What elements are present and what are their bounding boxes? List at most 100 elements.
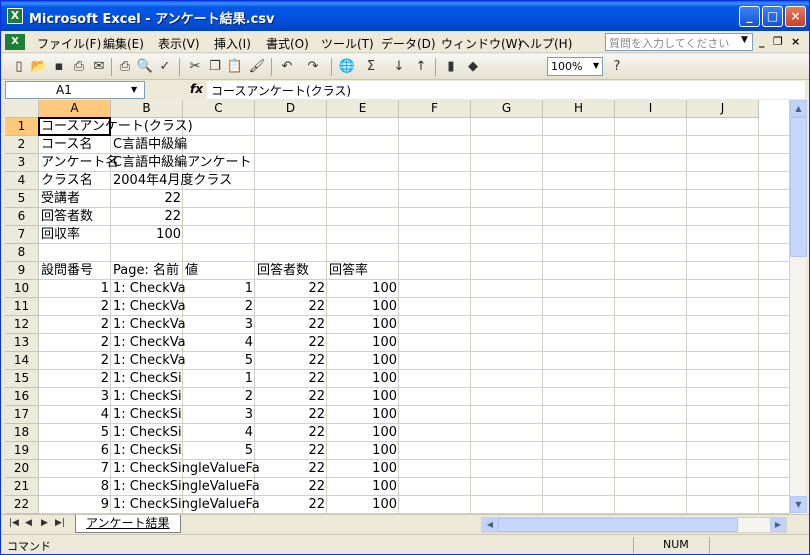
cell-a4[interactable]: クラス名 xyxy=(39,172,95,190)
cell-a19[interactable]: 6 xyxy=(39,442,111,460)
cell-a5[interactable]: 受講者 xyxy=(39,190,82,208)
redo-icon[interactable]: ↷ xyxy=(303,57,323,77)
row-header-17[interactable]: 17 xyxy=(5,406,39,424)
cell-e21[interactable]: 100 xyxy=(327,478,399,496)
row-header-9[interactable]: 9 xyxy=(5,262,39,280)
column-header-h[interactable]: H xyxy=(543,100,615,118)
cell-b4[interactable]: 2004年4月度クラス xyxy=(111,172,234,190)
cell-e11[interactable]: 100 xyxy=(327,298,399,316)
cell-e16[interactable]: 100 xyxy=(327,388,399,406)
cell-b16[interactable]: 1: CheckSi xyxy=(111,388,184,406)
minimize-button[interactable]: _ xyxy=(739,6,760,27)
cell-b17[interactable]: 1: CheckSi xyxy=(111,406,184,424)
new-icon[interactable]: ▯ xyxy=(9,57,29,77)
cell-a15[interactable]: 2 xyxy=(39,370,111,388)
row-header-7[interactable]: 7 xyxy=(5,226,39,244)
scroll-left-icon[interactable]: ◀ xyxy=(482,518,498,532)
print-icon[interactable]: ⎙ xyxy=(115,57,135,77)
horizontal-scroll-thumb[interactable] xyxy=(498,518,738,532)
cell-a13[interactable]: 2 xyxy=(39,334,111,352)
cell-c15[interactable]: 1 xyxy=(183,370,255,388)
scroll-right-icon[interactable]: ▶ xyxy=(770,518,786,532)
vertical-scroll-thumb[interactable] xyxy=(790,117,807,257)
cell-e9[interactable]: 回答率 xyxy=(327,262,370,280)
row-header-8[interactable]: 8 xyxy=(5,244,39,262)
cell-c19[interactable]: 5 xyxy=(183,442,255,460)
cell-c13[interactable]: 4 xyxy=(183,334,255,352)
cell-e12[interactable]: 100 xyxy=(327,316,399,334)
cell-b20[interactable]: 1: CheckSingleValueFa xyxy=(111,460,262,478)
cell-a12[interactable]: 2 xyxy=(39,316,111,334)
worksheet-grid[interactable]: A B C D E F G H I J 1 コースアンケート(クラス) 2 コース名 C言語中級編 3 アンケー… xyxy=(5,100,789,514)
row-header-22[interactable]: 22 xyxy=(5,496,39,514)
cell-b13[interactable]: 1: CheckVa xyxy=(111,334,188,352)
first-sheet-icon[interactable]: |◀ xyxy=(9,518,19,528)
help-dropdown-icon[interactable]: ▼ xyxy=(741,35,748,45)
menu-window[interactable]: ウィンドウ(W) xyxy=(441,35,522,52)
close-button[interactable]: × xyxy=(785,6,806,27)
cell-d19[interactable]: 22 xyxy=(255,442,327,460)
cell-d9[interactable]: 回答者数 xyxy=(255,262,311,280)
cell-b15[interactable]: 1: CheckSi xyxy=(111,370,184,388)
cell-b22[interactable]: 1: CheckSingleValueFa xyxy=(111,496,262,514)
workbook-close-button[interactable]: × xyxy=(791,35,800,48)
cell-a9[interactable]: 設問番号 xyxy=(39,262,95,280)
vertical-scrollbar[interactable]: ▲ ▼ xyxy=(789,100,807,514)
cell-a3[interactable]: アンケート名 xyxy=(39,154,120,172)
cell-d15[interactable]: 22 xyxy=(255,370,327,388)
open-icon[interactable]: 📂 xyxy=(29,57,49,77)
cell-b19[interactable]: 1: CheckSi xyxy=(111,442,184,460)
cell-e13[interactable]: 100 xyxy=(327,334,399,352)
cell-a22[interactable]: 9 xyxy=(39,496,111,514)
column-header-d[interactable]: D xyxy=(255,100,327,118)
save-icon[interactable]: ▪ xyxy=(49,57,69,77)
row-header-6[interactable]: 6 xyxy=(5,208,39,226)
workbook-restore-button[interactable]: ❐ xyxy=(773,35,783,48)
cell-d11[interactable]: 22 xyxy=(255,298,327,316)
permission-icon[interactable]: ⎙ xyxy=(69,57,89,77)
row-header-18[interactable]: 18 xyxy=(5,424,39,442)
menu-help[interactable]: ヘルプ(H) xyxy=(518,35,572,52)
row-header-2[interactable]: 2 xyxy=(5,136,39,154)
cell-e15[interactable]: 100 xyxy=(327,370,399,388)
sort-descending-icon[interactable]: ↑ xyxy=(411,57,431,77)
cell-e18[interactable]: 100 xyxy=(327,424,399,442)
cell-b14[interactable]: 1: CheckVa xyxy=(111,352,188,370)
cut-icon[interactable]: ✂ xyxy=(185,57,205,77)
email-icon[interactable]: ✉ xyxy=(89,57,109,77)
cell-a17[interactable]: 4 xyxy=(39,406,111,424)
cell-b3[interactable]: C言語中級編アンケート xyxy=(111,154,254,172)
menu-file[interactable]: ファイル(F) xyxy=(37,35,101,52)
menu-data[interactable]: データ(D) xyxy=(381,35,436,52)
cell-a20[interactable]: 7 xyxy=(39,460,111,478)
menu-edit[interactable]: 編集(E) xyxy=(103,35,144,52)
cell-d14[interactable]: 22 xyxy=(255,352,327,370)
name-box[interactable]: A1 xyxy=(5,81,145,99)
zoom-dropdown-icon[interactable]: ▼ xyxy=(593,61,599,70)
workbook-minimize-button[interactable]: _ xyxy=(759,35,765,48)
scroll-down-icon[interactable]: ▼ xyxy=(790,496,807,513)
cell-d16[interactable]: 22 xyxy=(255,388,327,406)
cell-c12[interactable]: 3 xyxy=(183,316,255,334)
row-header-10[interactable]: 10 xyxy=(5,280,39,298)
cell-b7[interactable]: 100 xyxy=(111,226,183,244)
column-header-f[interactable]: F xyxy=(399,100,471,118)
column-header-e[interactable]: E xyxy=(327,100,399,118)
row-header-3[interactable]: 3 xyxy=(5,154,39,172)
paste-icon[interactable]: 📋 xyxy=(225,57,245,77)
row-header-1[interactable]: 1 xyxy=(5,118,39,136)
cell-e17[interactable]: 100 xyxy=(327,406,399,424)
menu-view[interactable]: 表示(V) xyxy=(158,35,200,52)
cell-b6[interactable]: 22 xyxy=(111,208,183,226)
cell-a14[interactable]: 2 xyxy=(39,352,111,370)
column-header-g[interactable]: G xyxy=(471,100,543,118)
column-header-c[interactable]: C xyxy=(183,100,255,118)
print-preview-icon[interactable]: 🔍 xyxy=(135,57,155,77)
scroll-up-icon[interactable]: ▲ xyxy=(790,100,807,117)
cell-b10[interactable]: 1: CheckVa xyxy=(111,280,188,298)
menu-format[interactable]: 書式(O) xyxy=(266,35,309,52)
row-header-11[interactable]: 11 xyxy=(5,298,39,316)
row-header-15[interactable]: 15 xyxy=(5,370,39,388)
sort-ascending-icon[interactable]: ↓ xyxy=(389,57,409,77)
chart-wizard-icon[interactable]: ▮ xyxy=(441,57,461,77)
